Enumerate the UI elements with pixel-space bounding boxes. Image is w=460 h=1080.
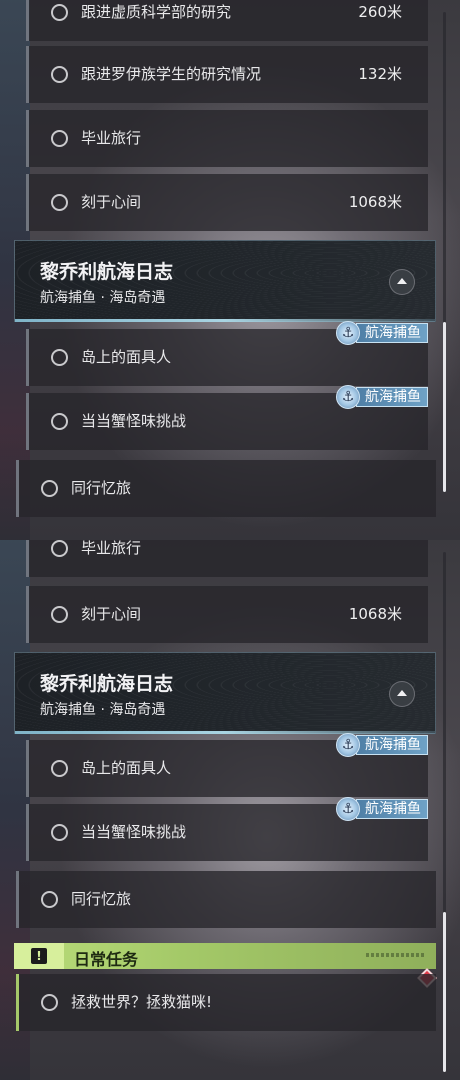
quest-item[interactable]: 毕业旅行 bbox=[26, 110, 428, 167]
circle-outline-icon bbox=[51, 606, 68, 623]
badge-label: 航海捕鱼 bbox=[356, 387, 428, 407]
quest-item[interactable]: 毕业旅行 bbox=[26, 540, 428, 577]
exclamation-glyph: ! bbox=[31, 948, 47, 964]
chevron-up-icon bbox=[397, 690, 407, 696]
quest-group-subtitle: 航海捕鱼 · 海岛奇遇 bbox=[40, 702, 166, 718]
quest-label: 毕业旅行 bbox=[81, 129, 142, 147]
quest-group-header[interactable]: 黎乔利航海日志 航海捕鱼 · 海岛奇遇 bbox=[14, 652, 436, 734]
quest-label: 当当蟹怪味挑战 bbox=[81, 412, 187, 430]
decorative-stamp bbox=[366, 953, 426, 957]
circle-outline-icon bbox=[51, 760, 68, 777]
quest-item[interactable]: 跟进虚质科学部的研究 260米 bbox=[26, 0, 428, 41]
collapse-button[interactable] bbox=[389, 269, 415, 295]
circle-outline-icon bbox=[51, 413, 68, 430]
quest-distance: 1068米 bbox=[348, 605, 402, 623]
quest-label: 拯救世界？拯救猫咪! bbox=[71, 993, 213, 1011]
quest-label: 刻于心间 bbox=[81, 605, 142, 623]
quest-item[interactable]: 刻于心间 1068米 bbox=[26, 586, 428, 643]
circle-outline-icon bbox=[51, 66, 68, 83]
quest-label: 跟进虚质科学部的研究 bbox=[81, 3, 232, 21]
daily-quest-title: 日常任务 bbox=[74, 950, 139, 969]
quest-distance: 260米 bbox=[358, 3, 402, 21]
circle-outline-icon bbox=[41, 891, 58, 908]
chevron-up-icon bbox=[397, 278, 407, 284]
badge-label: 航海捕鱼 bbox=[356, 799, 428, 819]
exclamation-icon: ! bbox=[14, 943, 64, 969]
circle-outline-icon bbox=[51, 4, 68, 21]
badge-label: 航海捕鱼 bbox=[356, 735, 428, 755]
anchor-icon: ⚓ bbox=[336, 797, 360, 821]
scrollbar-thumb[interactable] bbox=[443, 322, 446, 492]
scrollbar-thumb[interactable] bbox=[443, 912, 446, 1072]
circle-outline-icon bbox=[51, 824, 68, 841]
quest-group-header[interactable]: 黎乔利航海日志 航海捕鱼 · 海岛奇遇 bbox=[14, 240, 436, 322]
badge-label: 航海捕鱼 bbox=[356, 323, 428, 343]
scrollbar-track[interactable] bbox=[443, 12, 446, 492]
circle-outline-icon bbox=[51, 349, 68, 366]
quest-item[interactable]: 跟进罗伊族学生的研究情况 132米 bbox=[26, 46, 428, 103]
anchor-icon: ⚓ bbox=[336, 385, 360, 409]
circle-outline-icon bbox=[51, 130, 68, 147]
fishing-badge: ⚓ 航海捕鱼 bbox=[336, 385, 434, 409]
quest-list-panel-top: 跟进虚质科学部的研究 260米 跟进罗伊族学生的研究情况 132米 毕业旅行 刻… bbox=[0, 0, 460, 540]
scrollbar-track[interactable] bbox=[443, 552, 446, 1072]
quest-label: 当当蟹怪味挑战 bbox=[81, 823, 187, 841]
quest-group-subtitle: 航海捕鱼 · 海岛奇遇 bbox=[40, 290, 166, 306]
anchor-icon: ⚓ bbox=[336, 733, 360, 757]
quest-distance: 132米 bbox=[358, 65, 402, 83]
quest-label: 岛上的面具人 bbox=[81, 348, 172, 366]
circle-outline-icon bbox=[41, 480, 58, 497]
anchor-icon: ⚓ bbox=[336, 321, 360, 345]
quest-label: 同行忆旅 bbox=[71, 890, 132, 908]
fishing-badge: ⚓ 航海捕鱼 bbox=[336, 733, 434, 757]
quest-item[interactable]: 刻于心间 1068米 bbox=[26, 174, 428, 231]
quest-label: 刻于心间 bbox=[81, 193, 142, 211]
fishing-badge: ⚓ 航海捕鱼 bbox=[336, 321, 434, 345]
quest-group-title: 黎乔利航海日志 bbox=[40, 261, 174, 283]
quest-label: 跟进罗伊族学生的研究情况 bbox=[81, 65, 262, 83]
circle-outline-icon bbox=[51, 194, 68, 211]
quest-label: 同行忆旅 bbox=[71, 479, 132, 497]
circle-outline-icon bbox=[41, 994, 58, 1011]
quest-item[interactable]: 同行忆旅 bbox=[16, 460, 436, 517]
quest-item[interactable]: 同行忆旅 bbox=[16, 871, 436, 928]
quest-item[interactable]: 拯救世界？拯救猫咪! bbox=[16, 974, 436, 1031]
quest-group-title: 黎乔利航海日志 bbox=[40, 673, 174, 695]
daily-quest-header[interactable]: ! 日常任务 bbox=[14, 943, 436, 969]
circle-outline-icon bbox=[51, 540, 68, 557]
quest-label: 毕业旅行 bbox=[81, 540, 142, 557]
quest-distance: 1068米 bbox=[348, 193, 402, 211]
fishing-badge: ⚓ 航海捕鱼 bbox=[336, 797, 434, 821]
quest-label: 岛上的面具人 bbox=[81, 759, 172, 777]
collapse-button[interactable] bbox=[389, 681, 415, 707]
